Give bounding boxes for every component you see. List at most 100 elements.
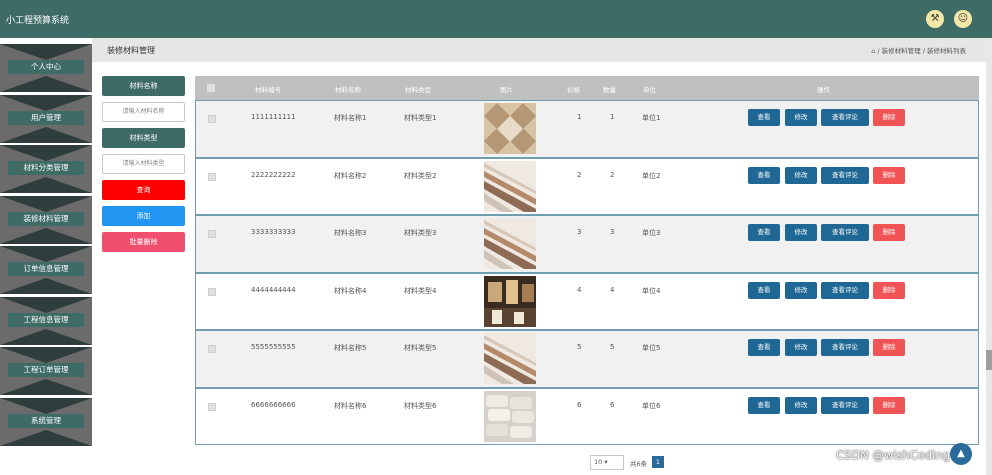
cell-price: 4 [577,285,582,294]
cell-code: 3333333333 [251,228,296,236]
batch-delete-button[interactable]: 批量删除 [102,232,185,252]
top-bar: 小工程预算系统 ⚒ ☺ [0,0,992,38]
page-1-button[interactable]: 1 [652,456,664,468]
edit-button[interactable]: 修改 [785,396,817,414]
table-row: 1111111111 材料名称1 材料类型1 1 1 单位1 查看 修改 查看评… [195,100,979,158]
cell-name: 材料名称2 [334,171,367,180]
sidebar-item-label: 用户管理 [8,111,84,125]
app-title: 小工程预算系统 [6,16,70,26]
cell-code: 4444444444 [251,285,296,294]
sidebar-item-label: 系统管理 [8,414,84,428]
cell-qty: 5 [610,343,615,351]
cell-price: 6 [577,400,582,409]
sidebar-item-projects[interactable]: 工程信息管理 [0,297,92,345]
delete-button[interactable]: 删除 [873,224,905,241]
col-code[interactable]: 材料编号 [255,84,281,94]
table-row: 4444444444 材料名称4 材料类型4 4 4 单位4 查看 修改 查看评… [195,272,979,330]
cell-type: 材料类型2 [404,171,437,180]
sidebar-item-label: 工程订单管理 [8,363,84,377]
cell-code: 2222222222 [251,170,296,179]
delete-button[interactable]: 删除 [873,396,905,414]
row-checkbox[interactable] [208,172,216,181]
cell-qty: 3 [610,228,615,236]
col-qty[interactable]: 数量 [603,84,616,94]
view-button[interactable]: 查看 [748,339,780,356]
delete-button[interactable]: 删除 [873,339,905,356]
search-button[interactable]: 查询 [102,180,185,200]
sidebar-item-label: 工程信息管理 [8,313,84,327]
view-button[interactable]: 查看 [748,224,780,241]
sidebar-item-system[interactable]: 系统管理 [0,398,92,446]
row-checkbox[interactable] [208,345,216,353]
col-price[interactable]: 价格 [567,84,580,94]
delete-button[interactable]: 删除 [873,166,905,184]
edit-button[interactable]: 修改 [785,109,817,126]
sidebar-item-label: 装修材料管理 [8,212,84,226]
cell-name: 材料名称1 [334,114,367,122]
view-reviews-button[interactable]: 查看评论 [821,224,869,241]
edit-button[interactable]: 修改 [785,224,817,241]
view-reviews-button[interactable]: 查看评论 [821,109,869,126]
main-content: 材料名称 请输入材料名称 材料类型 请输入材料类型 查询 添加 批量删除 材料编… [92,62,986,475]
cell-unit: 单位6 [642,401,661,410]
row-checkbox[interactable] [208,230,216,238]
material-name-label: 材料名称 [102,76,185,96]
scrollbar[interactable] [986,38,992,475]
view-reviews-button[interactable]: 查看评论 [821,281,869,299]
cell-code: 5555555555 [251,343,296,351]
sidebar: 个人中心 用户管理 材料分类管理 装修材料管理 订单信息管理 工程信息管理 工程… [0,38,92,475]
view-button[interactable]: 查看 [748,396,780,414]
materials-table: 材料编号 材料名称 材料类型 图片 价格 数量 单位 操作 1111111111… [195,76,979,445]
cell-type: 材料类型3 [404,229,437,237]
material-type-label: 材料类型 [102,128,185,148]
tools-icon[interactable]: ⚒ [926,10,944,28]
cell-name: 材料名称3 [334,229,367,237]
view-reviews-button[interactable]: 查看评论 [821,396,869,414]
cell-type: 材料类型5 [404,344,437,352]
cell-name: 材料名称4 [334,286,367,295]
col-unit[interactable]: 单位 [643,84,656,94]
sidebar-item-profile[interactable]: 个人中心 [0,44,92,92]
table-row: 2222222222 材料名称2 材料类型2 2 2 单位2 查看 修改 查看评… [195,157,979,215]
row-checkbox[interactable] [208,115,216,123]
material-image [484,160,536,212]
page-size-select[interactable]: 10 ▾ [590,455,624,470]
row-checkbox[interactable] [208,402,216,411]
view-button[interactable]: 查看 [748,281,780,299]
cell-type: 材料类型1 [404,114,437,122]
col-name[interactable]: 材料名称 [335,84,361,94]
sidebar-item-decoration-material[interactable]: 装修材料管理 [0,196,92,244]
sidebar-item-material-category[interactable]: 材料分类管理 [0,145,92,193]
cell-price: 3 [577,228,582,236]
delete-button[interactable]: 删除 [873,109,905,126]
cell-price: 1 [577,113,582,121]
sidebar-item-project-orders[interactable]: 工程订单管理 [0,347,92,395]
row-checkbox[interactable] [208,287,216,296]
view-reviews-button[interactable]: 查看评论 [821,166,869,184]
scrollbar-thumb[interactable] [986,350,992,370]
cell-code: 6666666666 [251,400,296,409]
user-icon[interactable]: ☺ [954,10,972,28]
view-reviews-button[interactable]: 查看评论 [821,339,869,356]
sidebar-item-orders[interactable]: 订单信息管理 [0,246,92,294]
col-type[interactable]: 材料类型 [405,84,431,94]
material-name-input[interactable]: 请输入材料名称 [102,102,185,122]
scroll-top-button[interactable]: ▲ [950,443,972,465]
col-actions: 操作 [817,86,830,94]
view-button[interactable]: 查看 [748,109,780,126]
sidebar-item-users[interactable]: 用户管理 [0,95,92,143]
filter-panel: 材料名称 请输入材料名称 材料类型 请输入材料类型 查询 添加 批量删除 [102,76,185,258]
edit-button[interactable]: 修改 [785,339,817,356]
cell-unit: 单位1 [642,114,661,122]
edit-button[interactable]: 修改 [785,166,817,184]
select-all-checkbox[interactable] [207,84,215,92]
view-button[interactable]: 查看 [748,166,780,184]
edit-button[interactable]: 修改 [785,281,817,299]
material-type-input[interactable]: 请输入材料类型 [102,154,185,174]
material-image [484,275,536,327]
cell-unit: 单位3 [642,229,661,237]
delete-button[interactable]: 删除 [873,281,905,299]
breadcrumb[interactable]: ⌂ / 装修材料管理 / 装修材料列表 [871,45,966,55]
cell-qty: 1 [610,113,615,121]
add-button[interactable]: 添加 [102,206,185,226]
